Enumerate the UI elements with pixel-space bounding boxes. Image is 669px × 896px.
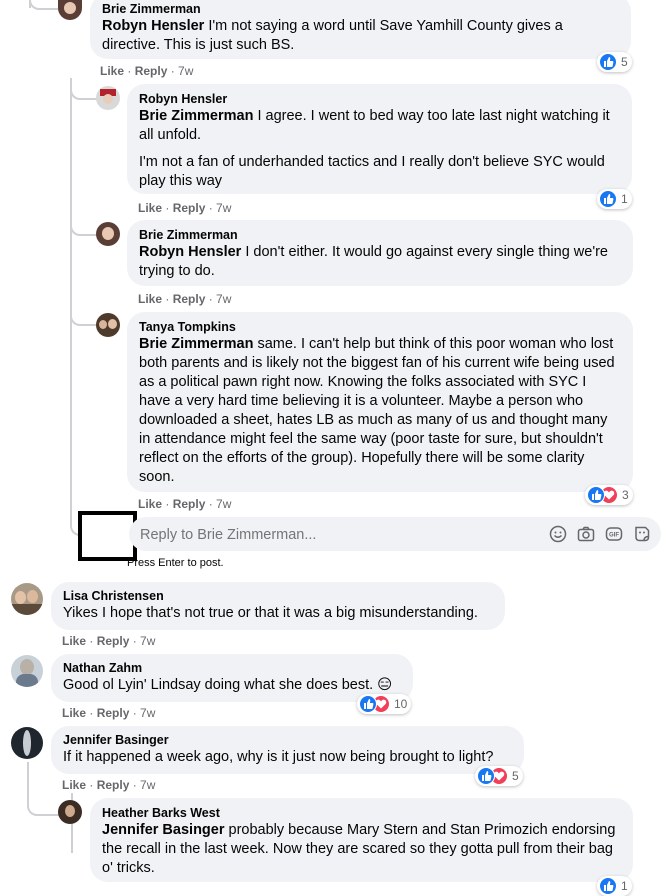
reply-link[interactable]: Reply bbox=[173, 292, 206, 306]
thread-branch bbox=[70, 300, 98, 326]
like-link[interactable]: Like bbox=[138, 497, 162, 511]
comment-actions: Like · Reply · 7w bbox=[138, 201, 232, 215]
timestamp[interactable]: 7w bbox=[140, 778, 155, 792]
comment-bubble: Nathan Zahm Good ol Lyin' Lindsay doing … bbox=[51, 654, 413, 702]
like-link[interactable]: Like bbox=[100, 64, 124, 78]
thread-branch bbox=[29, 0, 59, 10]
like-link[interactable]: Like bbox=[62, 634, 86, 648]
comment-bubble: Robyn Hensler Brie Zimmerman I agree. I … bbox=[127, 84, 632, 194]
comment-author[interactable]: Brie Zimmerman bbox=[139, 228, 621, 243]
camera-icon[interactable] bbox=[577, 525, 595, 548]
gif-icon[interactable]: GIF bbox=[605, 525, 623, 548]
comment-bubble: Heather Barks West Jennifer Basinger pro… bbox=[90, 798, 633, 882]
comment-author[interactable]: Nathan Zahm bbox=[63, 661, 401, 676]
comment-actions: Like · Reply · 7w bbox=[62, 778, 156, 792]
thread-branch bbox=[70, 210, 98, 236]
comment-bubble: Tanya Tompkins Brie Zimmerman same. I ca… bbox=[127, 312, 633, 492]
timestamp[interactable]: 7w bbox=[216, 292, 231, 306]
reply-link[interactable]: Reply bbox=[135, 64, 168, 78]
reply-link[interactable]: Reply bbox=[173, 201, 206, 215]
emoji-icon[interactable] bbox=[549, 525, 567, 548]
reply-hint: Press Enter to post. bbox=[127, 557, 224, 569]
like-reaction-icon bbox=[587, 486, 605, 504]
like-reaction-icon bbox=[477, 767, 495, 785]
svg-text:GIF: GIF bbox=[609, 533, 619, 539]
comment-actions: Like · Reply · 7w bbox=[138, 292, 232, 306]
sticker-icon[interactable] bbox=[633, 525, 651, 548]
reaction-count[interactable]: 10 bbox=[357, 694, 412, 714]
like-reaction-icon bbox=[359, 695, 377, 713]
thread-branch bbox=[27, 762, 29, 792]
like-reaction-icon bbox=[599, 877, 617, 895]
mention[interactable]: Brie Zimmerman bbox=[139, 336, 253, 352]
like-link[interactable]: Like bbox=[62, 706, 86, 720]
avatar[interactable] bbox=[96, 222, 120, 246]
comment-text: Brie Zimmerman same. I can't help but th… bbox=[139, 336, 615, 485]
comment-bubble: Lisa Christensen Yikes I hope that's not… bbox=[51, 582, 505, 630]
comment-text: If it happened a week ago, why is it jus… bbox=[63, 749, 494, 765]
timestamp[interactable]: 7w bbox=[140, 634, 155, 648]
comment-actions: Like · Reply · 7w bbox=[62, 706, 156, 720]
comment-text: Robyn Hensler I'm not saying a word unti… bbox=[102, 18, 563, 53]
reply-input-box[interactable]: GIF bbox=[129, 517, 661, 553]
thread-branch bbox=[27, 792, 59, 816]
avatar[interactable] bbox=[11, 655, 43, 687]
avatar[interactable] bbox=[96, 86, 120, 110]
timestamp[interactable]: 7w bbox=[140, 706, 155, 720]
like-link[interactable]: Like bbox=[138, 292, 162, 306]
like-link[interactable]: Like bbox=[62, 778, 86, 792]
timestamp[interactable]: 7w bbox=[178, 64, 193, 78]
reaction-count[interactable]: 5 bbox=[597, 52, 632, 72]
comment-text: Robyn Hensler I don't either. It would g… bbox=[139, 244, 608, 279]
comment-author[interactable]: Tanya Tompkins bbox=[139, 320, 621, 335]
avatar[interactable] bbox=[96, 313, 120, 337]
reply-input[interactable] bbox=[138, 517, 532, 553]
reaction-count[interactable]: 1 bbox=[597, 876, 632, 896]
comment-bubble: Brie Zimmerman Robyn Hensler I don't eit… bbox=[127, 220, 633, 286]
comment-actions: Like · Reply · 7w bbox=[100, 64, 194, 78]
thread-branch bbox=[70, 78, 98, 100]
like-reaction-icon bbox=[599, 53, 617, 71]
timestamp[interactable]: 7w bbox=[216, 201, 231, 215]
avatar[interactable] bbox=[11, 583, 43, 615]
avatar[interactable] bbox=[11, 727, 43, 759]
timestamp[interactable]: 7w bbox=[216, 497, 231, 511]
comment-text: Jennifer Basinger probably because Mary … bbox=[102, 822, 616, 876]
comment-text: Good ol Lyin' Lindsay doing what she doe… bbox=[63, 677, 393, 693]
mention[interactable]: Brie Zimmerman bbox=[139, 108, 253, 124]
comment-bubble: Jennifer Basinger If it happened a week … bbox=[51, 726, 524, 774]
comment-author[interactable]: Jennifer Basinger bbox=[63, 733, 512, 748]
mention[interactable]: Jennifer Basinger bbox=[102, 822, 225, 838]
mention[interactable]: Robyn Hensler bbox=[102, 18, 204, 34]
comment-author[interactable]: Brie Zimmerman bbox=[102, 2, 619, 17]
comment-author[interactable]: Robyn Hensler bbox=[139, 92, 620, 107]
mention[interactable]: Robyn Hensler bbox=[139, 244, 241, 260]
reply-link[interactable]: Reply bbox=[97, 778, 130, 792]
comment-bubble: Brie Zimmerman Robyn Hensler I'm not say… bbox=[90, 0, 631, 59]
reaction-count[interactable]: 1 bbox=[597, 189, 632, 209]
comment-author[interactable]: Heather Barks West bbox=[102, 806, 621, 821]
avatar[interactable] bbox=[58, 800, 82, 824]
reaction-count[interactable]: 3 bbox=[585, 485, 633, 505]
comment-actions: Like · Reply · 7w bbox=[62, 634, 156, 648]
reply-link[interactable]: Reply bbox=[97, 634, 130, 648]
like-link[interactable]: Like bbox=[138, 201, 162, 215]
comment-text: Yikes I hope that's not true or that it … bbox=[63, 605, 478, 621]
comment-text: Brie Zimmerman I agree. I went to bed wa… bbox=[139, 108, 610, 189]
thread-line bbox=[70, 78, 72, 518]
like-reaction-icon bbox=[599, 190, 617, 208]
reply-link[interactable]: Reply bbox=[97, 706, 130, 720]
comment-author[interactable]: Lisa Christensen bbox=[63, 589, 493, 604]
reply-link[interactable]: Reply bbox=[173, 497, 206, 511]
comment-actions: Like · Reply · 7w bbox=[138, 497, 232, 511]
reaction-count[interactable]: 5 bbox=[475, 766, 523, 786]
avatar[interactable] bbox=[58, 0, 82, 20]
